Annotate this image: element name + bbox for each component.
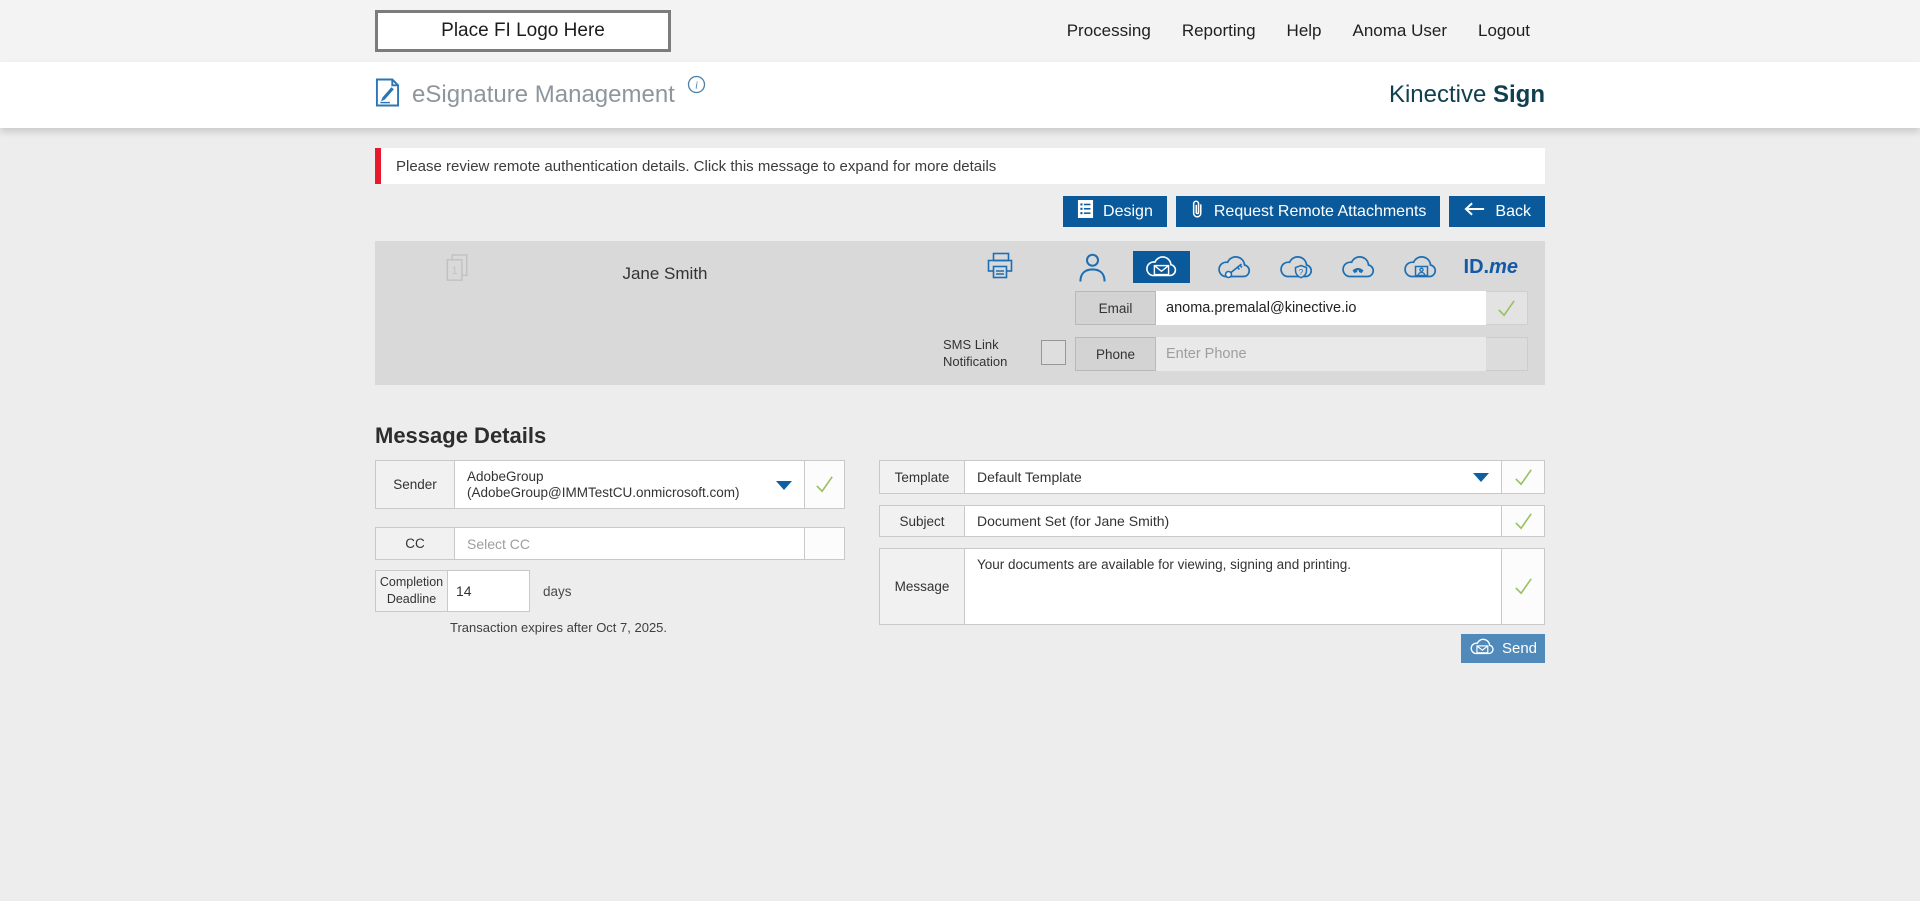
send-button-label: Send <box>1501 640 1538 657</box>
send-button[interactable]: Send <box>1461 634 1545 663</box>
alert-banner[interactable]: Please review remote authentication deta… <box>375 148 1545 184</box>
esignature-doc-pen-icon <box>375 78 400 112</box>
brand-name-bold: Sign <box>1493 81 1545 108</box>
email-input[interactable] <box>1156 291 1486 325</box>
fi-logo-placeholder: Place FI Logo Here <box>375 10 671 52</box>
recipient-card: 1 Jane Smith ? ID.me Email anoma.premala… <box>375 241 1545 385</box>
email-valid-check <box>1486 291 1528 325</box>
back-button[interactable]: Back <box>1449 196 1545 227</box>
nav-reporting[interactable]: Reporting <box>1182 21 1256 41</box>
cc-row: CC <box>375 527 845 560</box>
completion-deadline-unit: days <box>543 583 572 599</box>
auth-methods-row: ? ID.me <box>1078 249 1518 285</box>
document-badge: 1 <box>452 265 458 277</box>
sender-dropdown-arrow-icon[interactable] <box>776 480 792 490</box>
top-nav: Processing Reporting Help Anoma User Log… <box>1067 0 1530 62</box>
main-content: Please review remote authentication deta… <box>375 148 1545 692</box>
design-button[interactable]: Design <box>1063 196 1167 227</box>
template-row: Template Default Template <box>879 460 1545 494</box>
send-cloud-envelope-icon <box>1469 637 1495 661</box>
message-details-heading: Message Details <box>375 423 547 448</box>
auth-idme-logo[interactable]: ID.me <box>1464 256 1518 279</box>
nav-user[interactable]: Anoma User <box>1353 21 1447 41</box>
message-textarea[interactable]: Your documents are available for viewing… <box>965 548 1502 625</box>
template-label: Template <box>879 460 965 494</box>
message-row: Message Your documents are available for… <box>879 548 1545 625</box>
message-details-form: Sender AdobeGroup (AdobeGroup@IMMTestCU.… <box>375 460 1545 692</box>
auth-remote-video-icon[interactable] <box>1402 254 1438 281</box>
template-valid-check <box>1502 460 1545 494</box>
back-button-label: Back <box>1495 202 1531 220</box>
auth-access-key-icon[interactable] <box>1216 254 1252 281</box>
page: Place FI Logo Here Processing Reporting … <box>0 0 1920 901</box>
nav-logout[interactable]: Logout <box>1478 21 1530 41</box>
email-row: Email <box>1075 291 1528 325</box>
phone-input[interactable] <box>1156 337 1486 371</box>
info-icon[interactable]: i <box>687 75 706 99</box>
expiry-note: Transaction expires after Oct 7, 2025. <box>450 620 668 635</box>
completion-deadline-input[interactable]: 14 <box>448 570 530 612</box>
phone-row: Phone <box>1075 337 1528 371</box>
document-set-pages-icon[interactable]: 1 <box>445 253 471 291</box>
message-label: Message <box>879 548 965 625</box>
subject-row: Subject Document Set (for Jane Smith) <box>879 505 1545 537</box>
sender-value-line1: AdobeGroup <box>467 468 544 484</box>
svg-text:i: i <box>695 80 698 92</box>
phone-check-placeholder <box>1486 337 1528 371</box>
paperclip-icon <box>1190 199 1205 225</box>
topbar: Place FI Logo Here Processing Reporting … <box>0 0 1920 62</box>
auth-email-delivery-icon-selected[interactable] <box>1132 251 1190 283</box>
sender-select[interactable]: AdobeGroup (AdobeGroup@IMMTestCU.onmicro… <box>455 460 805 509</box>
action-buttons: Design Request Remote Attachments Back <box>375 196 1545 227</box>
request-remote-attachments-button[interactable]: Request Remote Attachments <box>1175 196 1441 227</box>
sms-link-notification-checkbox[interactable] <box>1041 340 1066 365</box>
back-arrow-icon <box>1463 201 1486 222</box>
template-value: Default Template <box>977 469 1082 485</box>
completion-deadline-row: Completion Deadline 14 days <box>375 570 572 612</box>
phone-label: Phone <box>1075 337 1156 371</box>
svg-text:?: ? <box>1298 268 1303 277</box>
nav-help[interactable]: Help <box>1287 21 1322 41</box>
alert-text: Please review remote authentication deta… <box>396 157 997 175</box>
cc-label: CC <box>375 527 455 560</box>
idme-italic: me <box>1489 255 1518 278</box>
email-label: Email <box>1075 291 1156 325</box>
design-button-label: Design <box>1103 202 1153 220</box>
request-remote-attachments-label: Request Remote Attachments <box>1213 202 1427 220</box>
cc-check-placeholder <box>805 527 845 560</box>
template-select[interactable]: Default Template <box>965 460 1502 494</box>
auth-phone-call-icon[interactable] <box>1340 254 1376 281</box>
brand-logo: Kinective Sign <box>1389 81 1545 109</box>
printer-icon[interactable] <box>985 251 1015 288</box>
subject-valid-check <box>1502 505 1545 537</box>
sender-valid-check <box>805 460 845 509</box>
sender-value-line2: (AdobeGroup@IMMTestCU.onmicrosoft.com) <box>467 484 740 500</box>
template-dropdown-arrow-icon[interactable] <box>1473 473 1489 482</box>
sms-link-notification-label: SMS Link Notification <box>943 337 1008 369</box>
auth-in-person-icon[interactable] <box>1078 252 1107 283</box>
subject-label: Subject <box>879 505 965 537</box>
page-title: eSignature Management <box>412 81 675 108</box>
app-header: eSignature Management i Kinective Sign <box>0 62 1920 128</box>
nav-processing[interactable]: Processing <box>1067 21 1151 41</box>
sender-label: Sender <box>375 460 455 509</box>
auth-security-question-icon[interactable]: ? <box>1278 254 1314 281</box>
sender-row: Sender AdobeGroup (AdobeGroup@IMMTestCU.… <box>375 460 845 509</box>
message-valid-check <box>1502 548 1545 625</box>
idme-bold: ID. <box>1463 255 1490 278</box>
design-doc-icon <box>1077 199 1094 224</box>
brand-name: Kinective <box>1388 81 1493 108</box>
cc-input[interactable] <box>467 535 792 552</box>
completion-deadline-label: Completion Deadline <box>375 570 448 612</box>
recipient-name: Jane Smith <box>622 264 708 283</box>
subject-input[interactable]: Document Set (for Jane Smith) <box>965 505 1502 537</box>
